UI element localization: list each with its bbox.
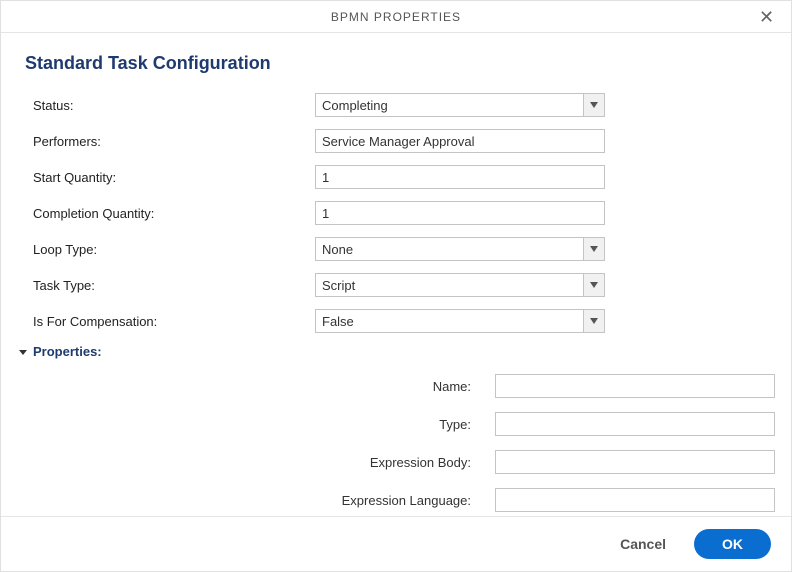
status-input[interactable] — [315, 93, 583, 117]
start-quantity-label: Start Quantity: — [25, 170, 315, 185]
close-icon: ✕ — [759, 7, 775, 27]
properties-collapsible-header[interactable]: Properties: — [17, 344, 767, 359]
task-type-dropdown-button[interactable] — [583, 273, 605, 297]
row-prop-name: Name: — [25, 373, 767, 399]
completion-quantity-label: Completion Quantity: — [25, 206, 315, 221]
compensation-select[interactable] — [315, 309, 605, 333]
compensation-dropdown-button[interactable] — [583, 309, 605, 333]
dialog-title-bar: BPMN PROPERTIES ✕ — [1, 1, 791, 33]
row-loop-type: Loop Type: — [25, 236, 767, 262]
row-prop-type: Type: — [25, 411, 767, 437]
compensation-input[interactable] — [315, 309, 583, 333]
status-label: Status: — [25, 98, 315, 113]
task-type-select[interactable] — [315, 273, 605, 297]
prop-expr-body-input[interactable] — [495, 450, 775, 474]
cancel-button[interactable]: Cancel — [610, 530, 676, 558]
section-title: Standard Task Configuration — [25, 53, 767, 74]
prop-name-label: Name: — [25, 379, 495, 394]
loop-type-dropdown-button[interactable] — [583, 237, 605, 261]
performers-label: Performers: — [25, 134, 315, 149]
dialog-footer: Cancel OK — [1, 516, 791, 571]
prop-expr-body-label: Expression Body: — [25, 455, 495, 470]
status-select[interactable] — [315, 93, 605, 117]
prop-expr-lang-label: Expression Language: — [25, 493, 495, 508]
chevron-down-icon — [590, 102, 598, 108]
row-prop-expr-body: Expression Body: — [25, 449, 767, 475]
row-compensation: Is For Compensation: — [25, 308, 767, 334]
chevron-down-icon — [590, 246, 598, 252]
bpmn-properties-dialog: BPMN PROPERTIES ✕ Standard Task Configur… — [0, 0, 792, 572]
status-dropdown-button[interactable] — [583, 93, 605, 117]
close-button[interactable]: ✕ — [751, 1, 783, 33]
row-status: Status: — [25, 92, 767, 118]
row-task-type: Task Type: — [25, 272, 767, 298]
row-start-quantity: Start Quantity: — [25, 164, 767, 190]
loop-type-label: Loop Type: — [25, 242, 315, 257]
task-type-input[interactable] — [315, 273, 583, 297]
loop-type-input[interactable] — [315, 237, 583, 261]
prop-expr-lang-input[interactable] — [495, 488, 775, 512]
collapse-toggle-icon — [17, 346, 29, 358]
properties-header-label: Properties: — [33, 344, 102, 359]
task-type-label: Task Type: — [25, 278, 315, 293]
prop-type-label: Type: — [25, 417, 495, 432]
row-prop-expr-lang: Expression Language: — [25, 487, 767, 513]
compensation-label: Is For Compensation: — [25, 314, 315, 329]
row-completion-quantity: Completion Quantity: — [25, 200, 767, 226]
completion-quantity-input[interactable] — [315, 201, 605, 225]
performers-input[interactable] — [315, 129, 605, 153]
chevron-down-icon — [590, 318, 598, 324]
dialog-title: BPMN PROPERTIES — [331, 10, 461, 24]
row-performers: Performers: — [25, 128, 767, 154]
prop-name-input[interactable] — [495, 374, 775, 398]
dialog-content: Standard Task Configuration Status: Perf… — [1, 33, 791, 516]
ok-button[interactable]: OK — [694, 529, 771, 559]
start-quantity-input[interactable] — [315, 165, 605, 189]
chevron-down-icon — [590, 282, 598, 288]
prop-type-input[interactable] — [495, 412, 775, 436]
loop-type-select[interactable] — [315, 237, 605, 261]
